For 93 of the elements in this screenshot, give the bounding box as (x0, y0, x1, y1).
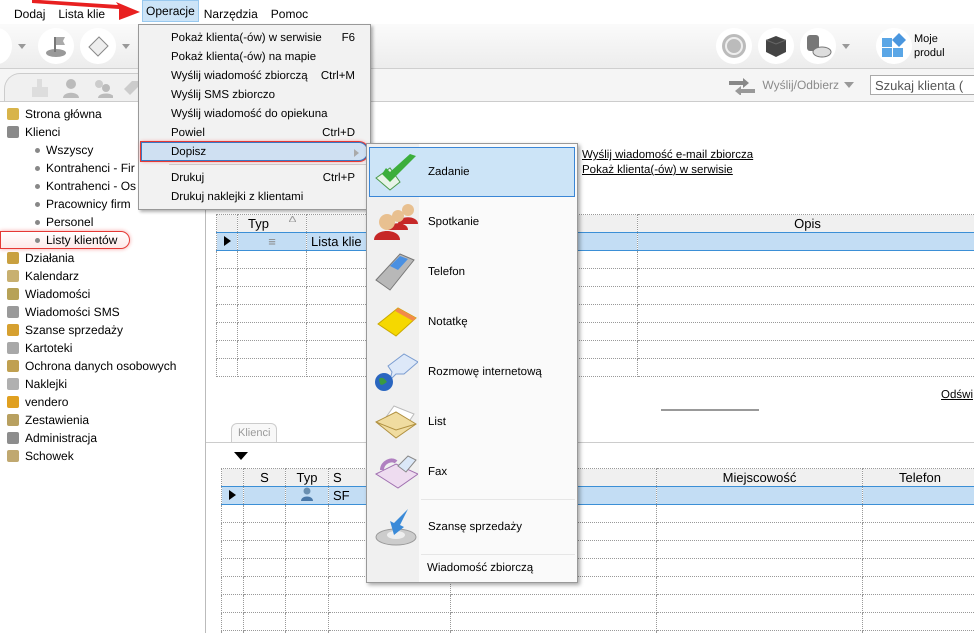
table-cell: SF (333, 488, 350, 503)
arrow-disc-icon (374, 507, 418, 547)
menu-item[interactable]: Drukuj naklejki z klientami (141, 187, 368, 206)
note-icon[interactable] (80, 28, 116, 64)
check-icon (374, 152, 418, 192)
column-header[interactable]: Telefon (862, 468, 974, 486)
column-header[interactable]: Opis (638, 214, 974, 232)
sidebar-item[interactable]: Zestawienia (0, 411, 205, 429)
sidebar-item[interactable]: Kalendarz (0, 267, 205, 285)
person-icon (300, 488, 314, 501)
menu-item[interactable]: Spotkanie (369, 197, 575, 247)
table-cell: Lista klie (311, 234, 362, 249)
menu-item[interactable]: Wyślij wiadomość do opiekuna (141, 104, 368, 123)
products-label[interactable]: Moje produl (914, 32, 974, 60)
tile-icon (7, 360, 19, 372)
caret-icon[interactable] (122, 44, 130, 48)
database-cloud-icon[interactable] (800, 28, 836, 64)
tile-icon (7, 432, 19, 444)
column-header[interactable]: S (244, 468, 286, 486)
tile-icon (7, 378, 19, 390)
sidebar-item[interactable]: Personel (0, 213, 205, 231)
bullet-icon (35, 238, 40, 242)
menu-item[interactable]: Drukuj Ctrl+P (141, 168, 368, 187)
caret-icon[interactable] (18, 44, 26, 48)
menu-item[interactable]: Szansę sprzedaży (369, 502, 575, 552)
sidebar-item[interactable]: Wiadomości SMS (0, 303, 205, 321)
person-icon[interactable] (60, 76, 82, 98)
splitter-handle[interactable] (661, 408, 759, 410)
menu-item[interactable]: Telefon (369, 247, 575, 297)
sidebar-item[interactable]: Schowek (0, 447, 205, 465)
menu-item[interactable]: Wyślij wiadomość zbiorczą Ctrl+M (141, 66, 368, 85)
search-field[interactable]: Szukaj klienta ( (870, 75, 974, 95)
sidebar-item[interactable]: Listy klientów (0, 231, 130, 249)
arrows-icon (727, 75, 758, 95)
menu-item[interactable]: Narzędzia (204, 8, 258, 21)
menu-item[interactable]: Notatkę (369, 297, 575, 347)
menu-item[interactable]: List (369, 397, 575, 447)
row-pointer-icon (224, 236, 230, 246)
tile-icon (7, 414, 19, 426)
menu-item[interactable]: Pokaż klienta(-ów) na mapie (141, 47, 368, 66)
tile-icon (7, 396, 19, 408)
tile-icon (7, 306, 19, 318)
tile-icon (7, 324, 19, 336)
sidebar-item[interactable]: Działania (0, 249, 205, 267)
column-header[interactable]: Miejscowość (656, 468, 862, 486)
sidebar-item[interactable]: Szanse sprzedaży (0, 321, 205, 339)
tile-icon (7, 342, 19, 354)
menu-item[interactable]: Wyślij SMS zbiorczo (141, 85, 368, 104)
tile-icon (7, 450, 19, 462)
menu-item[interactable]: Pokaż klienta(-ów) w serwisie F6 (141, 28, 368, 47)
tile-icon (7, 270, 19, 282)
sidebar-item[interactable]: Naklejki (0, 375, 205, 393)
tile-icon (7, 126, 19, 138)
sidebar-item[interactable]: Administracja (0, 429, 205, 447)
chat-globe-icon (374, 352, 418, 392)
menu-item[interactable]: Rozmowę internetową (369, 347, 575, 397)
sidebar-item[interactable]: Kartoteki (0, 339, 205, 357)
action-link[interactable]: Pokaż klienta(-ów) w serwisie (582, 164, 733, 176)
tile-icon (7, 252, 19, 264)
submenu-arrow-icon (354, 149, 359, 157)
menu-item[interactable]: Operacje (143, 1, 198, 21)
sidebar-item[interactable]: vendero (0, 393, 205, 411)
people-icon (374, 202, 418, 242)
column-header[interactable]: Typ (238, 214, 306, 232)
action-link[interactable]: Wyślij wiadomość e-mail zbiorcza (582, 149, 754, 161)
tiles-icon[interactable] (876, 28, 912, 64)
tile-icon (7, 108, 19, 120)
bullet-icon (35, 220, 40, 224)
caret-icon (844, 82, 854, 88)
bullet-icon (35, 166, 40, 170)
bullet-icon (35, 148, 40, 152)
refresh-link[interactable]: Odświ (941, 389, 973, 401)
bullet-icon (35, 202, 40, 206)
menu-item[interactable]: Powiel Ctrl+D (141, 123, 368, 142)
column-header[interactable]: Typ (286, 468, 328, 486)
menu-item[interactable]: Pomoc (270, 8, 308, 21)
menu-item[interactable]: Wiadomość zbiorczą (369, 557, 575, 579)
table-cell: ≡ (238, 232, 306, 250)
menu-item[interactable]: Lista klie (58, 8, 106, 21)
dropdown-icon[interactable] (234, 452, 248, 460)
caret-icon[interactable] (842, 44, 850, 48)
tile-icon (7, 288, 19, 300)
menu-item[interactable]: Zadanie (369, 147, 575, 197)
menu-item[interactable]: Fax (369, 447, 575, 497)
sidebar-item[interactable]: Wiadomości (0, 285, 205, 303)
column-header[interactable]: S (333, 470, 342, 485)
menu-item[interactable]: Dopisz (141, 142, 368, 161)
sidebar-item[interactable]: Ochrona danych osobowych (0, 357, 205, 375)
row-pointer-icon (229, 490, 236, 500)
cube-icon[interactable] (758, 28, 794, 64)
flag-disk-icon[interactable] (38, 28, 74, 64)
bullet-icon (35, 184, 40, 188)
menu-item[interactable]: Dodaj (14, 8, 46, 21)
